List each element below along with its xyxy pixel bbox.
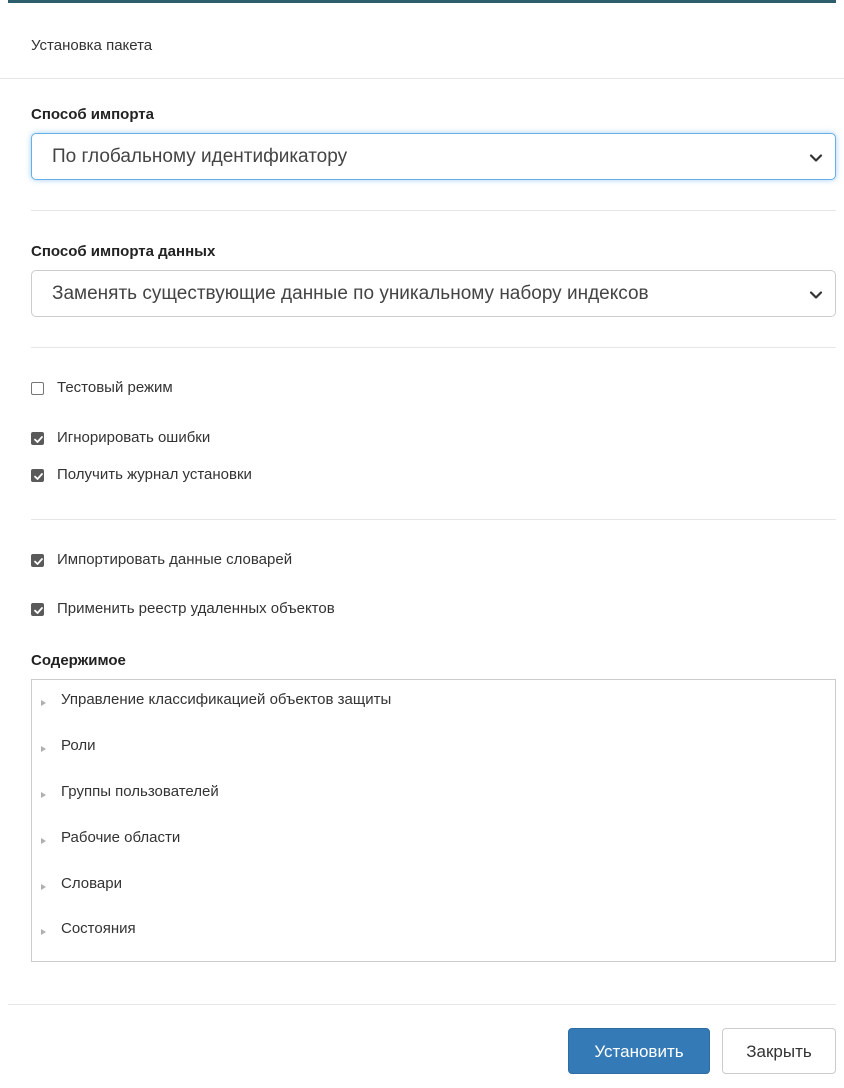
dialog-header: Установка пакета: [0, 3, 844, 79]
tree-item-label: Роли: [61, 737, 96, 754]
check-icon: [34, 436, 43, 443]
install-log-checkbox[interactable]: [31, 469, 44, 482]
chevron-down-icon: [809, 154, 823, 162]
import-method-label: Способ импорта: [31, 106, 154, 123]
check-icon: [34, 607, 43, 614]
contents-tree: Управление классификацией объектов защит…: [31, 679, 836, 962]
ignore-errors-label: Игнорировать ошибки: [57, 429, 211, 446]
import-dictionary-data-checkbox[interactable]: [31, 554, 44, 567]
test-mode-label: Тестовый режим: [57, 379, 173, 396]
apply-deleted-registry-checkbox[interactable]: [31, 603, 44, 616]
import-method-value: По глобальному идентификатору: [52, 146, 348, 167]
tree-item-label: Управление классификацией объектов защит…: [61, 691, 392, 708]
caret-right-icon[interactable]: [41, 746, 46, 752]
ignore-errors-checkbox[interactable]: [31, 432, 44, 445]
chevron-down-icon: [809, 291, 823, 299]
install-package-dialog: Установка пакета Способ импорта По глоба…: [0, 0, 844, 1088]
test-mode-checkbox[interactable]: [31, 382, 44, 395]
section-divider: [31, 210, 836, 211]
import-dictionary-data-label: Импортировать данные словарей: [57, 551, 293, 568]
caret-right-icon[interactable]: [41, 838, 46, 844]
section-divider: [31, 347, 836, 348]
data-import-method-select[interactable]: Заменять существующие данные по уникальн…: [31, 270, 836, 317]
data-import-method-label: Способ импорта данных: [31, 243, 216, 260]
import-method-select[interactable]: По глобальному идентификатору: [31, 133, 836, 180]
caret-right-icon[interactable]: [41, 792, 46, 798]
apply-deleted-registry-label: Применить реестр удаленных объектов: [57, 600, 335, 617]
section-divider: [31, 519, 836, 520]
install-button[interactable]: Установить: [568, 1028, 710, 1074]
contents-label: Содержимое: [31, 652, 126, 669]
caret-right-icon[interactable]: [41, 929, 46, 935]
check-icon: [34, 473, 43, 480]
tree-item-label: Рабочие области: [61, 829, 181, 846]
caret-right-icon[interactable]: [41, 700, 46, 706]
dialog-title: Установка пакета: [31, 37, 153, 54]
data-import-method-value: Заменять существующие данные по уникальн…: [52, 283, 649, 304]
install-log-label: Получить журнал установки: [57, 466, 252, 483]
check-icon: [34, 558, 43, 565]
tree-item-label: Словари: [61, 875, 122, 892]
footer-divider: [8, 1004, 836, 1005]
tree-item-label: Группы пользователей: [61, 783, 219, 800]
close-button[interactable]: Закрыть: [722, 1028, 836, 1074]
caret-right-icon[interactable]: [41, 884, 46, 890]
tree-item-label: Состояния: [61, 920, 136, 937]
